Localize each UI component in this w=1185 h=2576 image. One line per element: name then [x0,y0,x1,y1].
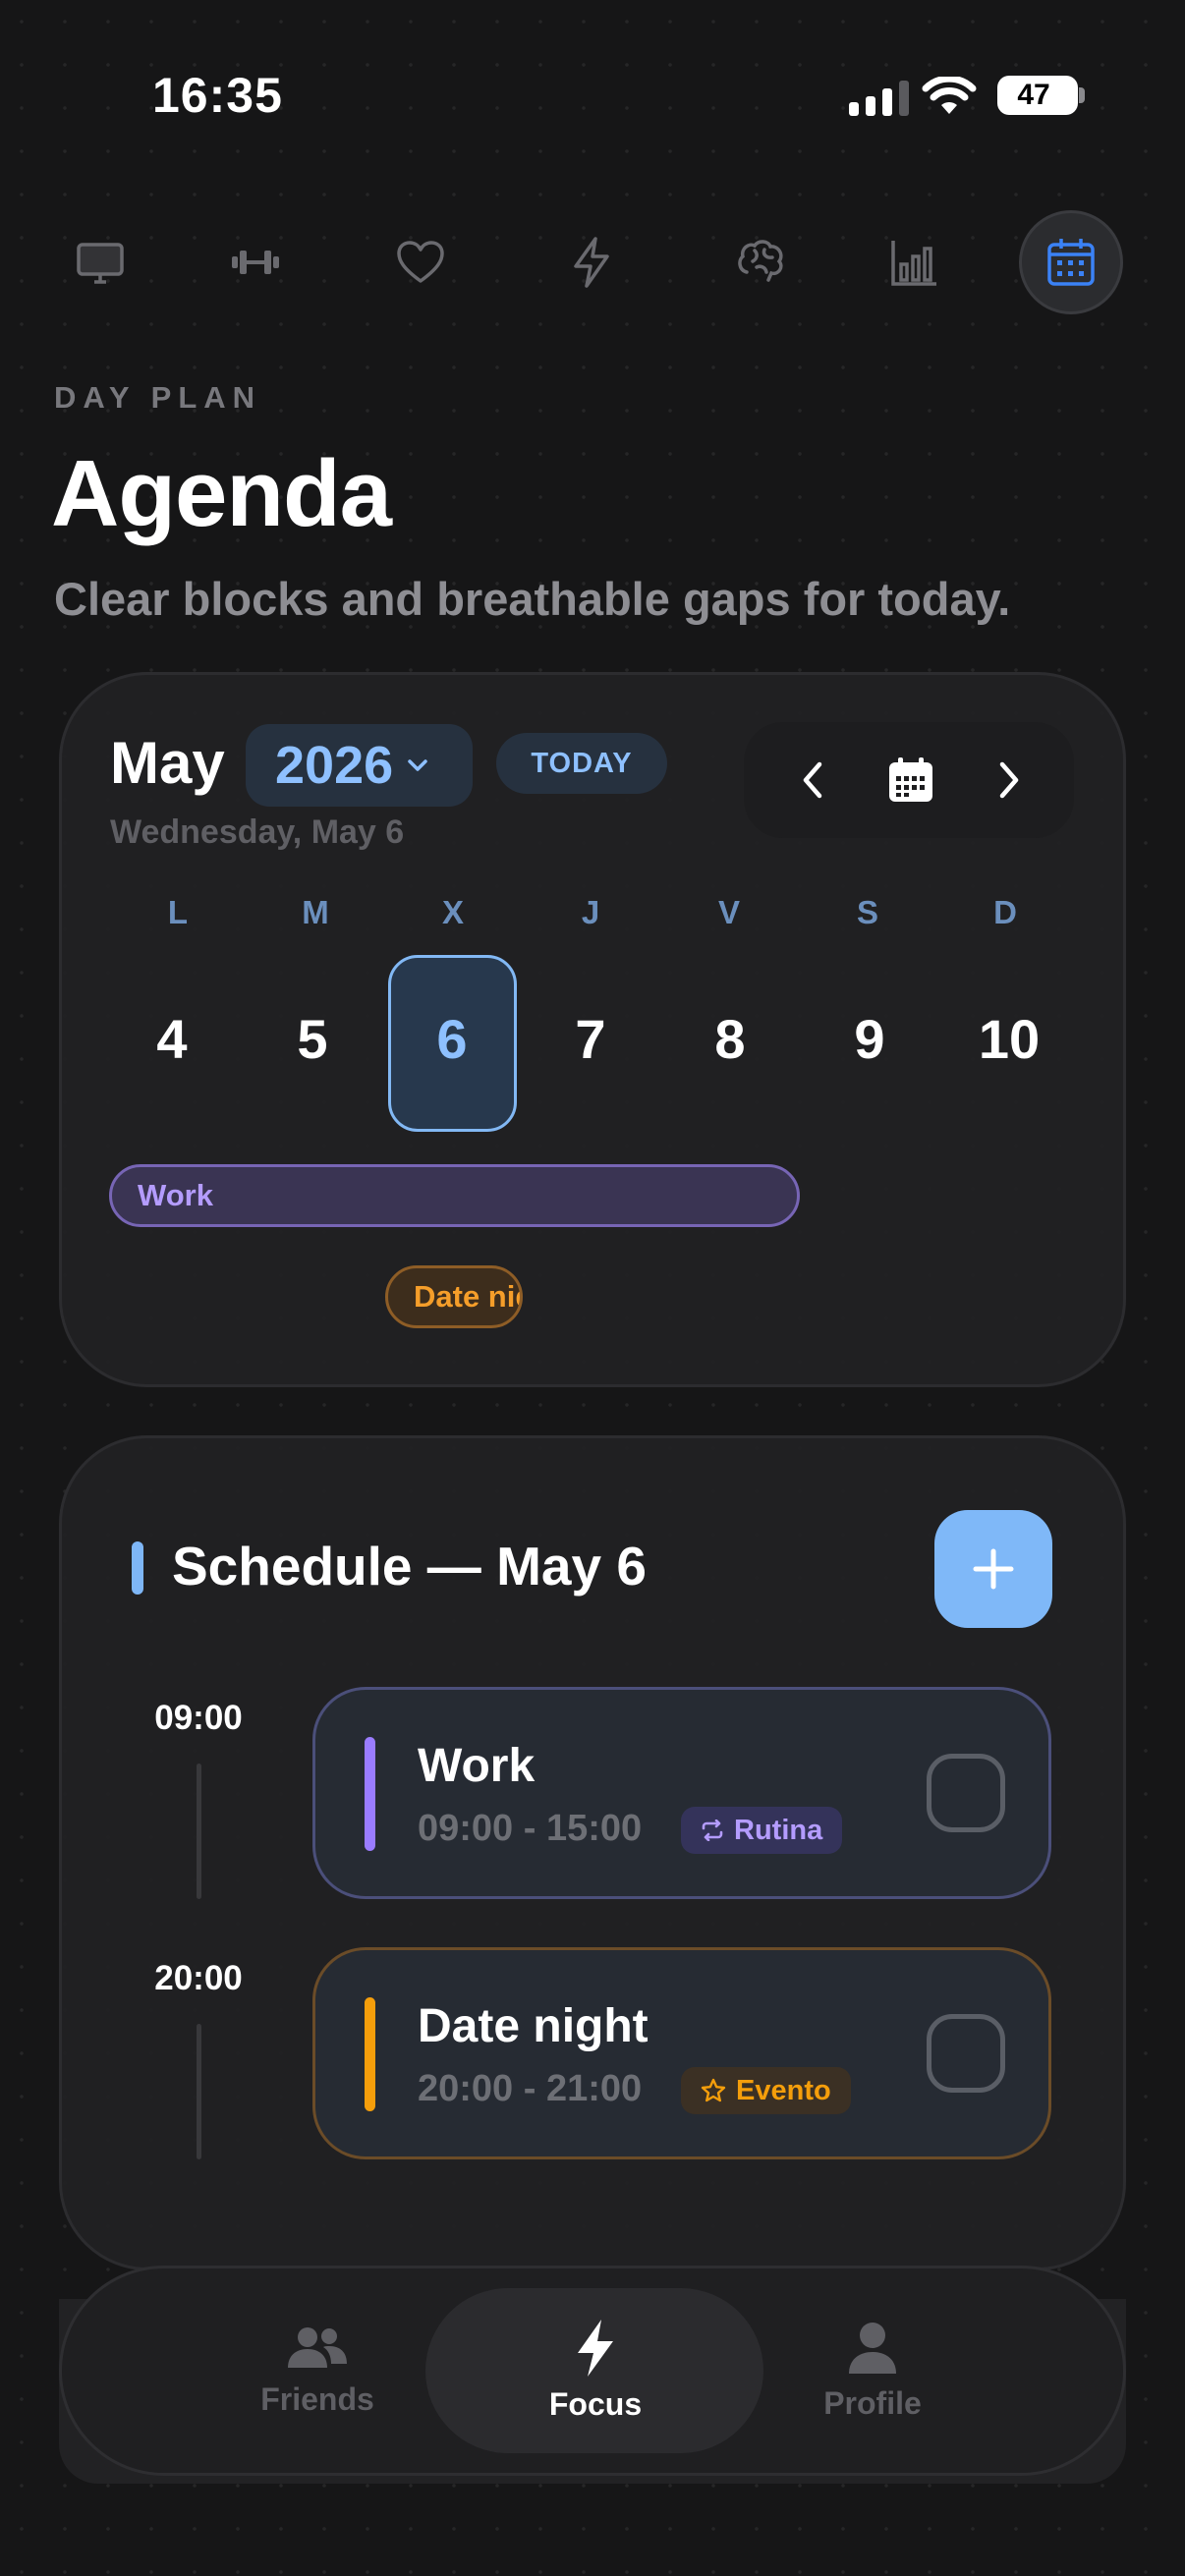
calendar-event-work[interactable]: Work [109,1164,800,1227]
day-cell[interactable]: 4 [123,1007,221,1071]
schedule-time-label: 09:00 [154,1699,243,1737]
weekday-label: X [441,894,464,930]
event-complete-checkbox[interactable] [927,2014,1005,2093]
next-week-button[interactable] [960,722,1058,838]
tab-label: Focus [548,2385,643,2422]
timeline-connector [197,2024,201,2159]
event-tag-label: Evento [736,2074,831,2106]
event-color-bar [365,1737,375,1851]
wifi-icon [922,77,977,114]
day-cell[interactable]: 9 [820,1007,919,1071]
chevron-left-icon [803,761,822,799]
selected-date-label: Wednesday, May 6 [110,813,405,851]
schedule-event-card[interactable]: Date night 20:00 - 21:00 Evento [312,1947,1051,2159]
battery-level: 47 [1017,79,1050,111]
chevron-down-icon [408,759,427,771]
add-event-button[interactable] [934,1510,1052,1628]
event-time-range: 09:00 - 15:00 [418,1808,643,1849]
top-icon-nav [54,210,1130,314]
timeline-connector [197,1764,201,1899]
schedule-title: Schedule — May 6 [172,1536,647,1596]
status-time: 16:35 [152,68,283,123]
event-tag: Rutina [681,1807,843,1854]
day-cell[interactable]: 5 [263,1007,362,1071]
event-time-range: 20:00 - 21:00 [418,2068,643,2109]
dumbbell-icon[interactable] [203,210,308,314]
tab-focus[interactable]: Focus [438,2268,753,2473]
tab-friends[interactable]: Friends [160,2268,475,2473]
friends-icon [288,2326,347,2368]
plus-icon [973,1548,1014,1590]
brain-icon[interactable] [708,210,813,314]
monitor-icon[interactable] [48,210,152,314]
event-title: Work [418,1740,536,1792]
battery-cap [1079,87,1085,103]
schedule-time-label: 20:00 [154,1959,243,1997]
week-navigation [744,722,1074,838]
event-tag-label: Rutina [734,1814,823,1846]
person-icon [849,2322,896,2374]
day-cell[interactable]: 8 [681,1007,779,1071]
day-cell[interactable]: 10 [960,1007,1058,1071]
month-label: May [110,730,225,796]
calendar-icon[interactable] [1019,210,1123,314]
weekday-label: D [993,894,1017,930]
schedule-accent-bar [132,1541,143,1595]
section-eyebrow: DAY PLAN [54,380,262,415]
battery-icon: 47 [997,76,1078,115]
day-cell[interactable]: 7 [541,1007,640,1071]
calendar-picker-button[interactable] [862,722,960,838]
event-tag: Evento [681,2067,851,2114]
weekday-label: J [581,894,600,930]
page-subtitle: Clear blocks and breathable gaps for tod… [54,573,1011,625]
weekday-label: S [856,894,878,930]
heart-icon[interactable] [368,210,473,314]
year-dropdown[interactable]: 2026 [246,724,473,807]
schedule-event-card[interactable]: Work 09:00 - 15:00 Rutina [312,1687,1051,1899]
repeat-icon [702,1820,723,1841]
star-icon [701,2078,726,2102]
year-label: 2026 [275,736,394,795]
previous-week-button[interactable] [763,722,862,838]
calendar-icon [889,757,932,802]
calendar-event-date-night[interactable]: Date nig [385,1265,523,1328]
event-complete-checkbox[interactable] [927,1754,1005,1832]
today-button[interactable]: TODAY [496,733,667,794]
bolt-icon[interactable] [539,210,644,314]
weekday-label: V [717,894,740,930]
weekday-label: M [302,894,329,930]
bolt-icon [578,2319,613,2377]
day-cell-selected[interactable]: 6 [403,1007,501,1071]
tab-profile[interactable]: Profile [715,2268,1030,2473]
bar-chart-icon[interactable] [863,210,967,314]
bottom-tab-bar: Friends Focus Profile [59,2266,1126,2476]
event-title: Date night [418,2000,649,2052]
chevron-right-icon [999,761,1019,799]
weekday-label: L [167,894,189,930]
tab-label: Profile [823,2384,922,2421]
page-title: Agenda [51,441,392,546]
tab-label: Friends [260,2380,374,2417]
cellular-signal-icon [849,81,909,116]
event-color-bar [365,1997,375,2111]
